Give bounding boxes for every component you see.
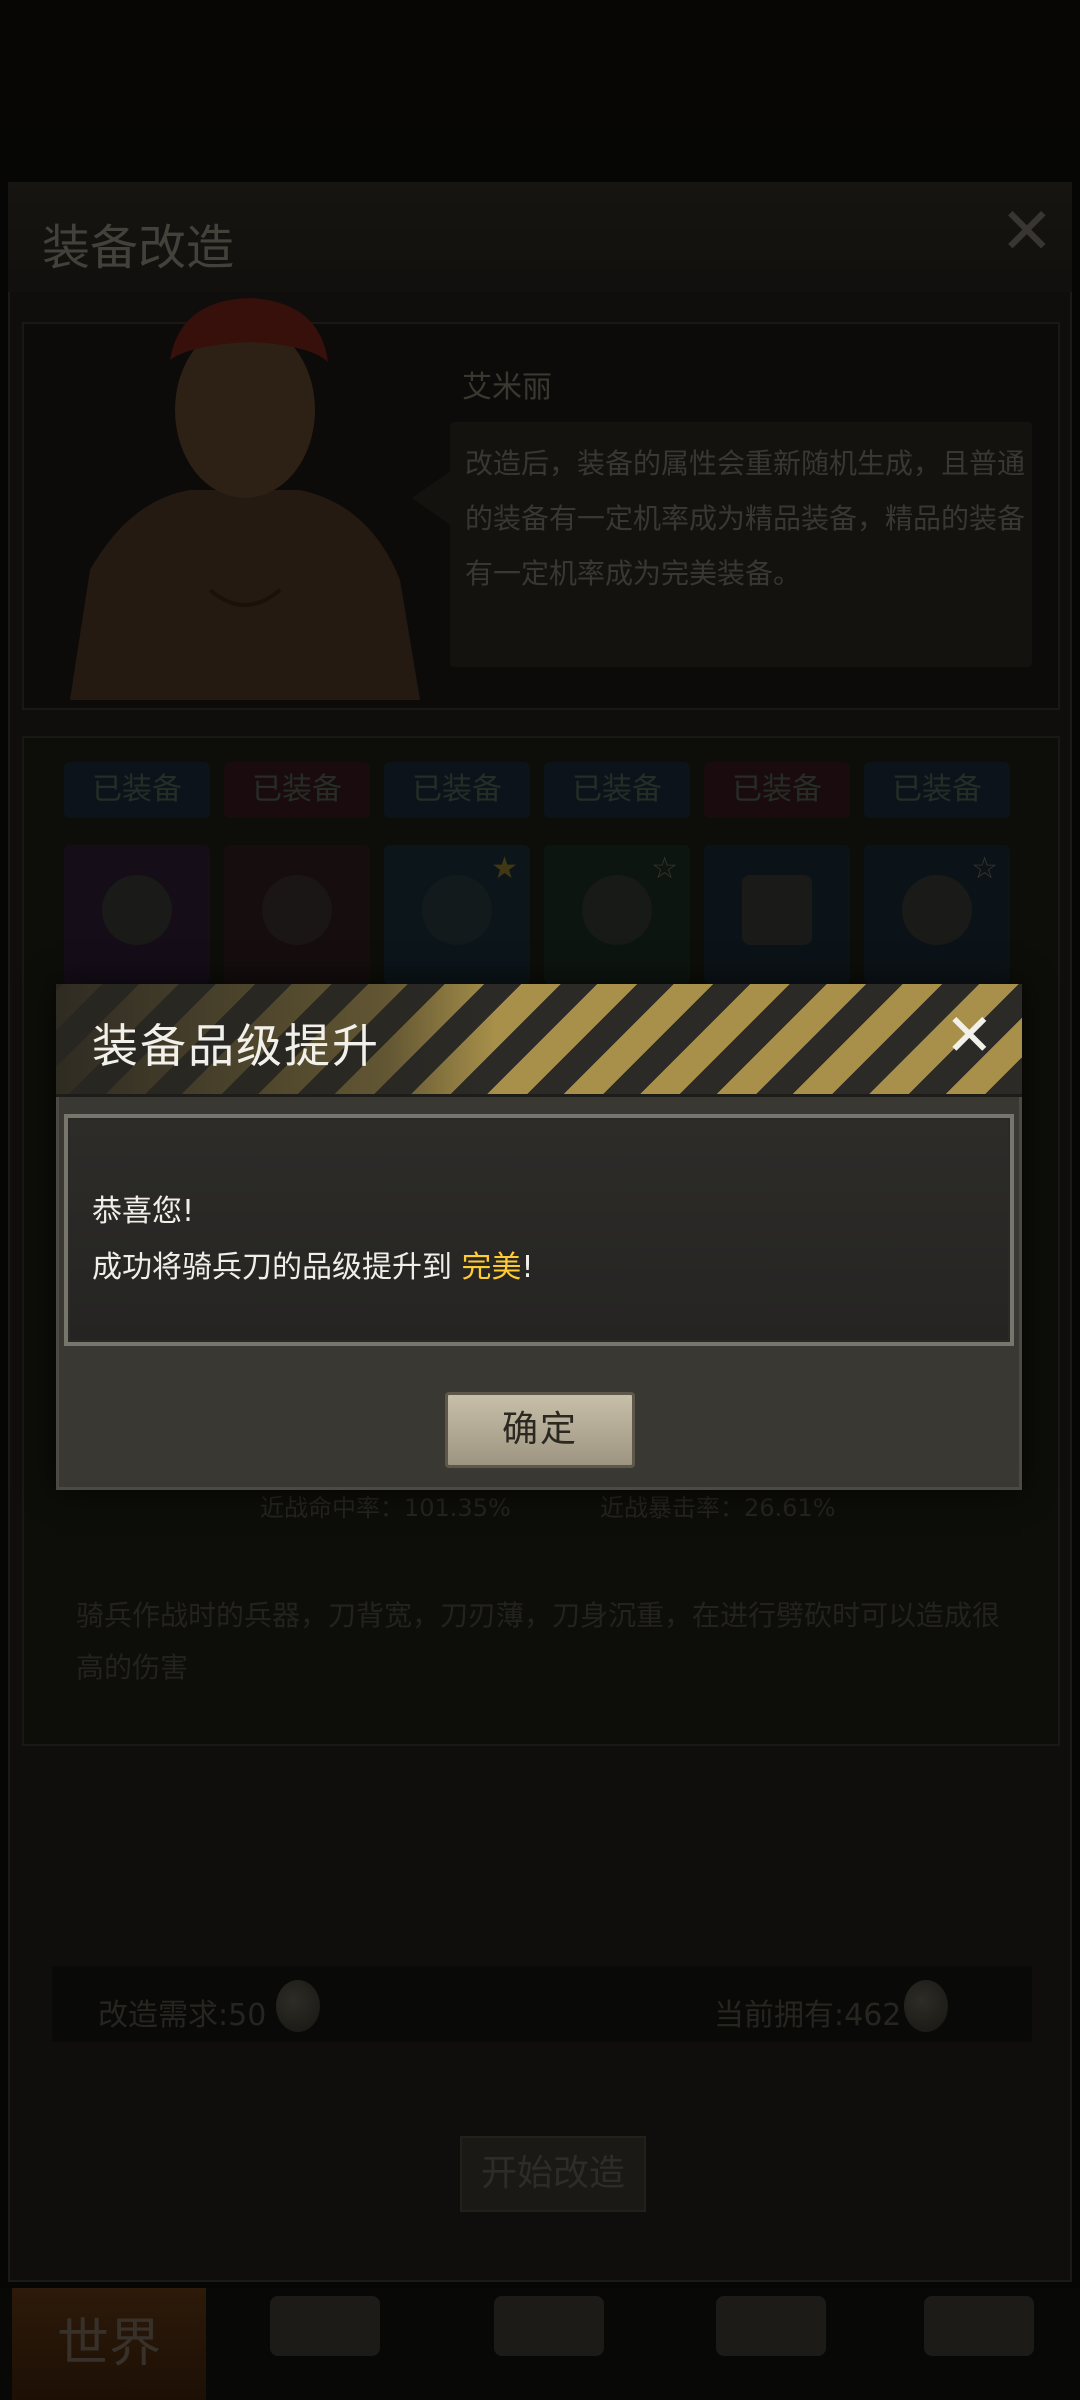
dialog-message-line2: 成功将骑兵刀的品级提升到 完美!: [92, 1242, 534, 1286]
dialog-message-line1: 恭喜您!: [92, 1194, 195, 1229]
message-prefix: 成功将骑兵刀的品级提升到: [92, 1250, 462, 1285]
confirm-button[interactable]: 确定: [445, 1392, 635, 1468]
message-suffix: !: [521, 1250, 534, 1285]
quality-perfect-text: 完美: [461, 1250, 522, 1285]
dialog-title: 装备品级提升: [92, 1019, 380, 1073]
dialog-close-icon[interactable]: ✕: [945, 1006, 994, 1064]
dialog-message-box: [64, 1114, 1014, 1346]
